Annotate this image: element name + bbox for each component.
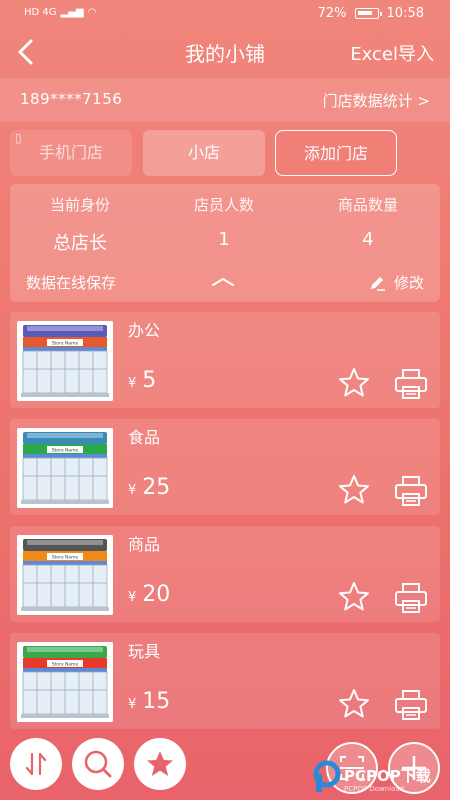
tab-small-store-label: 小店 (187, 143, 220, 162)
battery-percent: 72% (317, 6, 347, 21)
product-name: 玩具 (128, 642, 161, 661)
staff-count-value: 1 (218, 229, 230, 250)
printer-icon[interactable] (394, 368, 428, 400)
store-thumbnail: Store Name (17, 428, 113, 508)
price-value: 20 (142, 582, 171, 607)
role-header: 当前身份 (49, 196, 110, 214)
staff-count-header: 店员人数 (193, 196, 254, 214)
star-filled-icon (147, 751, 173, 776)
network-indicator: HD 4G ▂▄▆ ◠ (24, 7, 96, 18)
add-store-button[interactable]: 添加门店 (275, 130, 397, 176)
star-outline-icon[interactable] (337, 366, 371, 400)
star-outline-icon[interactable] (337, 473, 371, 507)
store-thumbnail: Store Name (17, 535, 113, 615)
sort-icon (25, 752, 47, 776)
printer-icon[interactable] (394, 582, 428, 614)
list-item[interactable]: Store Name 食品 ¥25 (10, 419, 440, 515)
store-sign-text: Store Name (52, 555, 79, 561)
printer-icon[interactable] (394, 475, 428, 507)
currency-symbol: ¥ (128, 376, 137, 391)
chevron-up-icon[interactable] (210, 274, 236, 288)
role-value: 总店长 (53, 233, 107, 254)
watermark: PCPOP下载 PCPOP Download (310, 755, 450, 800)
product-price: ¥20 (128, 582, 170, 607)
star-outline-icon[interactable] (337, 580, 371, 614)
account-info-bar: 189****7156 门店数据统计 > (0, 78, 450, 122)
store-thumbnail: Store Name (17, 321, 113, 401)
clock: 10:58 (386, 6, 424, 21)
phone-icon: ▯ (15, 131, 22, 145)
product-price: ¥15 (128, 689, 170, 714)
pencil-icon (370, 276, 385, 291)
product-count-value: 4 (362, 229, 374, 250)
store-stats-link[interactable]: 门店数据统计 > (323, 90, 430, 111)
add-store-label: 添加门店 (303, 144, 368, 163)
watermark-subtext: PCPOP Download (344, 785, 405, 793)
top-app-bar: 我的小铺 Excel导入 (0, 28, 450, 76)
store-thumbnail: Store Name (17, 642, 113, 722)
price-value: 25 (142, 475, 171, 500)
status-bar: HD 4G ▂▄▆ ◠ 72% 10:58 (0, 0, 450, 28)
tab-small-store[interactable]: 小店 (143, 130, 265, 176)
battery-icon (354, 8, 382, 19)
price-value: 5 (142, 368, 157, 393)
list-item[interactable]: Store Name 商品 ¥20 (10, 526, 440, 622)
store-sign-text: Store Name (52, 662, 79, 668)
product-price: ¥5 (128, 368, 156, 393)
product-name: 商品 (128, 535, 161, 554)
phone-number: 189****7156 (20, 90, 123, 108)
signal-icon: ▂▄▆ (60, 7, 84, 18)
edit-label: 修改 (393, 274, 424, 292)
online-save-label: 数据在线保存 (26, 274, 117, 292)
tab-phone-store[interactable]: ▯ 手机门店 (10, 130, 132, 176)
printer-icon[interactable] (394, 689, 428, 721)
search-button[interactable] (72, 738, 124, 790)
star-outline-icon[interactable] (337, 687, 371, 721)
list-item[interactable]: Store Name 玩具 ¥15 (10, 633, 440, 729)
store-summary-card: 当前身份 店员人数 商品数量 总店长 1 4 数据在线保存 修改 (10, 184, 440, 302)
currency-symbol: ¥ (128, 483, 137, 498)
watermark-logo-icon (313, 760, 341, 792)
product-name: 食品 (128, 428, 161, 447)
wifi-icon: ◠ (87, 7, 97, 18)
currency-symbol: ¥ (128, 590, 137, 605)
product-count-header: 商品数量 (337, 196, 398, 214)
currency-symbol: ¥ (128, 697, 137, 712)
excel-import-button[interactable]: Excel导入 (350, 40, 434, 66)
watermark-text: PCPOP下载 (344, 767, 431, 785)
search-icon (84, 750, 112, 778)
product-price: ¥25 (128, 475, 170, 500)
store-sign-text: Store Name (52, 448, 79, 454)
tab-phone-store-label: 手机门店 (38, 143, 103, 162)
favorites-button[interactable] (134, 738, 186, 790)
edit-button[interactable]: 修改 (368, 272, 424, 293)
price-value: 15 (142, 689, 171, 714)
sort-button[interactable] (10, 738, 62, 790)
store-sign-text: Store Name (52, 341, 79, 347)
network-label: HD 4G (24, 7, 57, 18)
list-item[interactable]: Store Name 办公 ¥5 (10, 312, 440, 408)
product-name: 办公 (128, 321, 161, 340)
